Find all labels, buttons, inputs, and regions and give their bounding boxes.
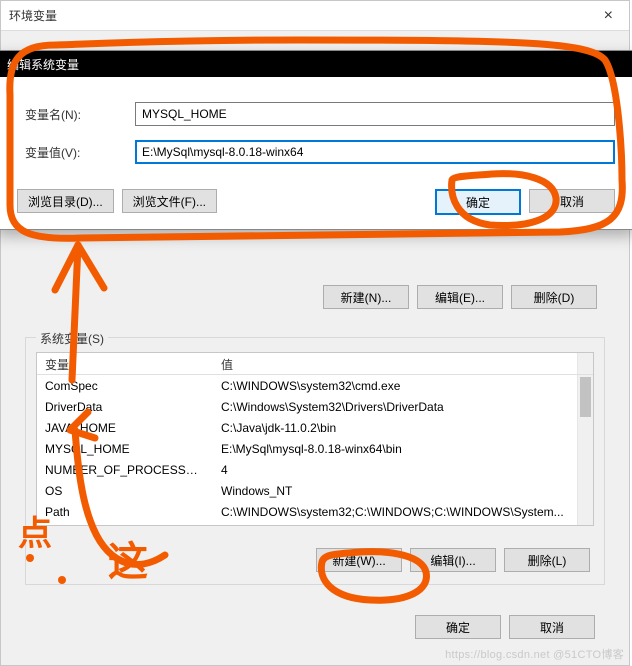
var-name-label: 变量名(N): <box>25 106 135 123</box>
cell-value: E:\MySql\mysql-8.0.18-winx64\bin <box>213 442 577 456</box>
env-dialog-title: 环境变量 <box>9 7 57 24</box>
close-icon[interactable]: × <box>596 7 621 25</box>
cell-value: Windows_NT <box>213 484 577 498</box>
cell-variable: Path <box>37 505 213 519</box>
table-row[interactable]: NUMBER_OF_PROCESSORS4 <box>37 459 577 480</box>
user-new-button[interactable]: 新建(N)... <box>323 285 409 309</box>
cell-value: 4 <box>213 463 577 477</box>
system-vars-button-row: 新建(W)... 编辑(I)... 删除(L) <box>316 548 590 572</box>
system-delete-button[interactable]: 删除(L) <box>504 548 590 572</box>
edit-dialog-title: 编辑系统变量 <box>7 56 79 73</box>
cell-variable: ComSpec <box>37 379 213 393</box>
cell-value: C:\WINDOWS\system32;C:\WINDOWS;C:\WINDOW… <box>213 505 577 519</box>
env-cancel-button[interactable]: 取消 <box>509 615 595 639</box>
browse-dir-button[interactable]: 浏览目录(D)... <box>17 189 114 213</box>
table-row[interactable]: OSWindows_NT <box>37 480 577 501</box>
env-dialog-button-row: 确定 取消 <box>415 615 595 639</box>
env-dialog-body: 新建(N)... 编辑(E)... 删除(D) 系统变量(S) 变量 值 Com… <box>13 219 617 653</box>
table-row[interactable]: JAVA_HOMEC:\Java\jdk-11.0.2\bin <box>37 417 577 438</box>
cell-variable: NUMBER_OF_PROCESSORS <box>37 463 213 477</box>
cell-variable: JAVA_HOME <box>37 421 213 435</box>
edit-ok-button[interactable]: 确定 <box>435 189 521 215</box>
vertical-scrollbar[interactable] <box>577 375 593 525</box>
env-dialog-titlebar: 环境变量 × <box>1 1 629 31</box>
cell-variable: OS <box>37 484 213 498</box>
user-edit-button[interactable]: 编辑(E)... <box>417 285 503 309</box>
table-header: 变量 值 <box>37 353 593 375</box>
system-vars-table[interactable]: 变量 值 ComSpecC:\WINDOWS\system32\cmd.exeD… <box>36 352 594 526</box>
var-name-input[interactable] <box>135 102 615 126</box>
user-delete-button[interactable]: 删除(D) <box>511 285 597 309</box>
cell-variable: MYSQL_HOME <box>37 442 213 456</box>
edit-cancel-button[interactable]: 取消 <box>529 189 615 213</box>
browse-file-button[interactable]: 浏览文件(F)... <box>122 189 217 213</box>
system-edit-button[interactable]: 编辑(I)... <box>410 548 496 572</box>
table-row[interactable]: MYSQL_HOMEE:\MySql\mysql-8.0.18-winx64\b… <box>37 438 577 459</box>
user-vars-button-row: 新建(N)... 编辑(E)... 删除(D) <box>323 285 597 309</box>
scrollbar-header-gap <box>577 353 593 374</box>
table-row[interactable]: DriverDataC:\Windows\System32\Drivers\Dr… <box>37 396 577 417</box>
var-value-input[interactable] <box>135 140 615 164</box>
col-header-variable[interactable]: 变量 <box>37 353 213 374</box>
cell-variable: DriverData <box>37 400 213 414</box>
system-vars-group: 系统变量(S) 变量 值 ComSpecC:\WINDOWS\system32\… <box>25 337 605 585</box>
edit-dialog-titlebar: 编辑系统变量 <box>0 51 632 77</box>
cell-value: C:\Windows\System32\Drivers\DriverData <box>213 400 577 414</box>
table-row[interactable]: ComSpecC:\WINDOWS\system32\cmd.exe <box>37 375 577 396</box>
env-ok-button[interactable]: 确定 <box>415 615 501 639</box>
var-value-label: 变量值(V): <box>25 144 135 161</box>
col-header-value[interactable]: 值 <box>213 353 577 374</box>
cell-value: C:\WINDOWS\system32\cmd.exe <box>213 379 577 393</box>
watermark: https://blog.csdn.net @51CTO博客 <box>445 646 624 662</box>
table-row[interactable]: PathC:\WINDOWS\system32;C:\WINDOWS;C:\WI… <box>37 501 577 522</box>
edit-system-variable-dialog: 编辑系统变量 变量名(N): 变量值(V): 浏览目录(D)... 浏览文件(F… <box>0 50 632 230</box>
cell-value: C:\Java\jdk-11.0.2\bin <box>213 421 577 435</box>
system-new-button[interactable]: 新建(W)... <box>316 548 402 572</box>
system-vars-legend: 系统变量(S) <box>36 330 108 347</box>
